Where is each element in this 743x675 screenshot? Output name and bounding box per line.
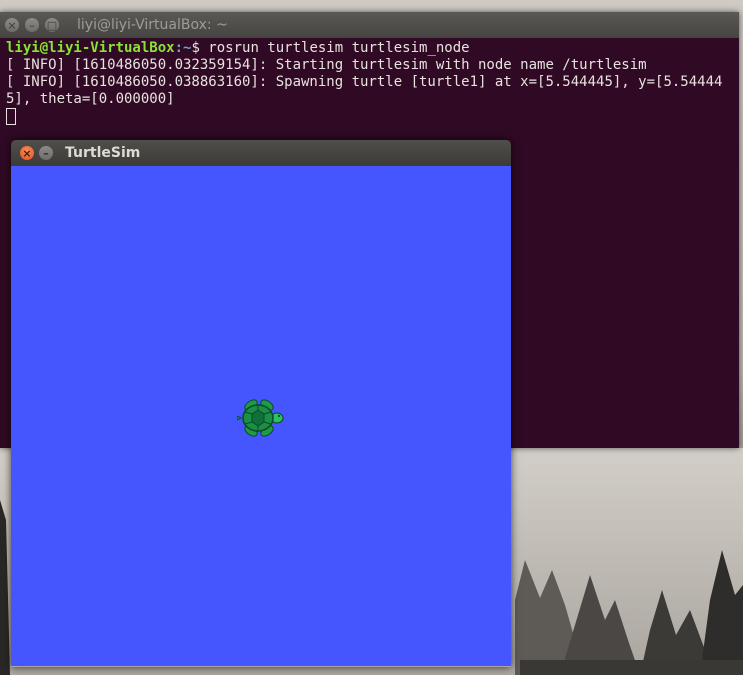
turtlesim-canvas[interactable]: [11, 166, 511, 666]
log-line: [ INFO] [1610486050.032359154]: Starting…: [6, 57, 647, 73]
terminal-titlebar[interactable]: × – □ liyi@liyi-VirtualBox: ~: [0, 12, 739, 38]
terminal-minimize-button[interactable]: –: [25, 18, 39, 32]
terminal-title: liyi@liyi-VirtualBox: ~: [77, 17, 228, 33]
minimize-icon: –: [43, 146, 49, 160]
close-icon: ×: [7, 18, 17, 32]
turtlesim-window[interactable]: × – TurtleSim: [11, 140, 511, 667]
minimize-icon: –: [29, 18, 35, 32]
command-text: rosrun turtlesim turtlesim_node: [208, 40, 470, 56]
prompt-path: :~: [174, 40, 192, 56]
turtlesim-close-button[interactable]: ×: [20, 146, 34, 160]
text-cursor: [6, 108, 16, 125]
log-line: [ INFO] [1610486050.038863160]: Spawning…: [6, 74, 723, 107]
turtlesim-title: TurtleSim: [65, 145, 141, 161]
command-line: liyi@liyi-VirtualBox:~$ rosrun turtlesim…: [6, 40, 736, 57]
terminal-output[interactable]: liyi@liyi-VirtualBox:~$ rosrun turtlesim…: [6, 40, 736, 127]
turtlesim-titlebar[interactable]: × – TurtleSim: [11, 140, 511, 166]
close-icon: ×: [22, 146, 32, 160]
terminal-close-button[interactable]: ×: [5, 18, 19, 32]
terminal-maximize-button[interactable]: □: [45, 18, 59, 32]
prompt-symbol: $: [191, 40, 209, 56]
maximize-icon: □: [46, 18, 58, 32]
prompt-user: liyi@liyi-VirtualBox: [6, 40, 175, 56]
turtlesim-minimize-button[interactable]: –: [39, 146, 53, 160]
turtle-icon: [237, 399, 284, 437]
